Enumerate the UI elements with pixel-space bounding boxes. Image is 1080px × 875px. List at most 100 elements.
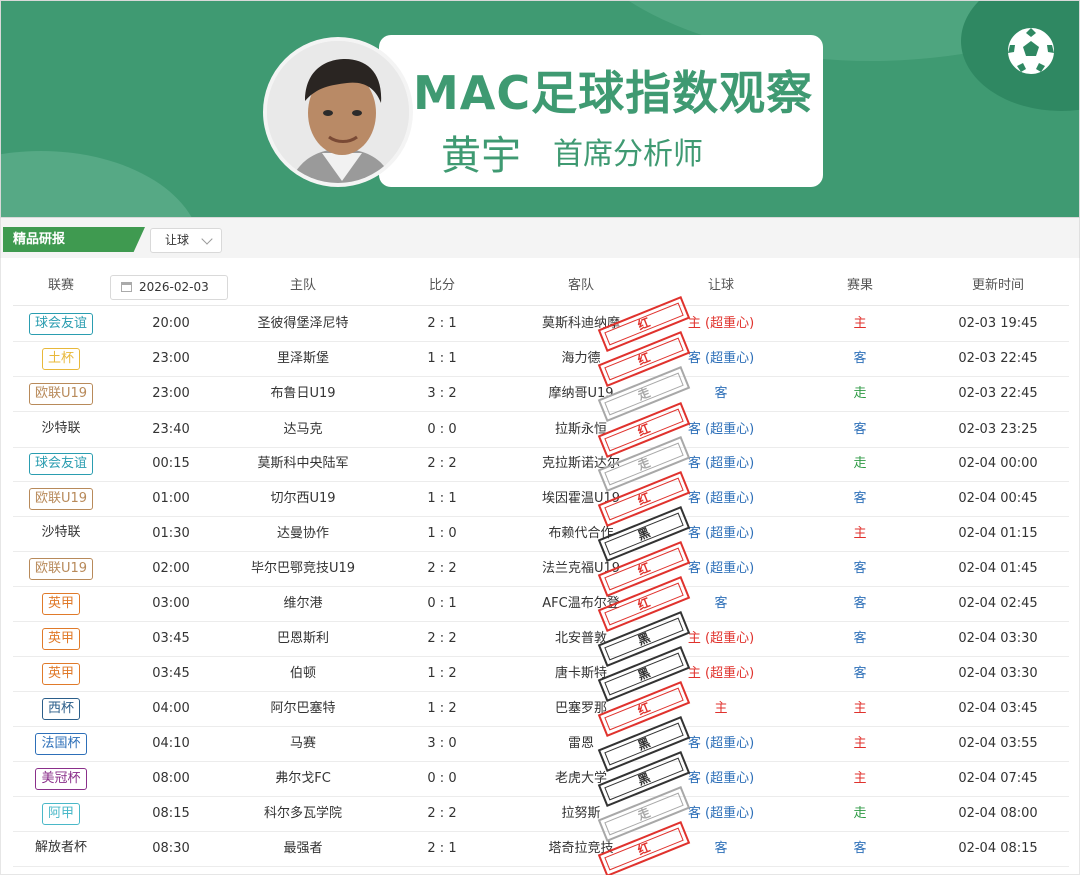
match-score: 1 : 1 xyxy=(427,491,457,506)
league-badge[interactable]: 欧联U19 xyxy=(28,557,94,580)
league-badge[interactable]: 英甲 xyxy=(41,627,80,650)
banner-decoration xyxy=(1,151,201,217)
table-row[interactable]: 球会友谊 20:00 圣彼得堡泽尼特 2 : 1 莫斯科迪纳摩主 (超重心) 主 02-03… xyxy=(13,296,1069,352)
match-result: 客 xyxy=(853,841,867,856)
home-team[interactable]: 里泽斯堡 xyxy=(223,342,383,376)
update-time: 02-03 22:45 xyxy=(958,351,1038,366)
home-team[interactable]: 毕尔巴鄂竞技U19 xyxy=(223,552,383,586)
league-badge[interactable]: 英甲 xyxy=(41,592,80,615)
league-badge[interactable]: 欧联U19 xyxy=(28,382,94,405)
table-row[interactable]: 解放者杯 08:30 最强者 2 : 1 塔奇拉竞技客客 02-04 08:15 红 xyxy=(13,821,1069,875)
update-time: 02-04 03:55 xyxy=(958,736,1038,751)
match-score: 3 : 0 xyxy=(427,736,457,751)
league-badge[interactable]: 法国杯 xyxy=(35,732,87,755)
table-row[interactable]: 沙特联 01:30 达曼协作 1 : 0 布赖代合作客 (超重心) 主 02-04 01:1… xyxy=(13,506,1069,562)
home-team[interactable]: 布鲁日U19 xyxy=(223,377,383,411)
verdict-stamp-label: 黑 xyxy=(635,630,653,648)
league-badge[interactable]: 土杯 xyxy=(41,347,80,370)
verdict-stamp-label: 黑 xyxy=(635,735,653,753)
table-row[interactable]: 英甲 03:45 伯顿 1 : 2 唐卡斯特主 (超重心) 客 02-04 03:30 黑 xyxy=(13,646,1069,702)
kickoff-time: 00:15 xyxy=(152,456,190,471)
verdict-stamp-label: 红 xyxy=(635,490,653,508)
match-score: 0 : 0 xyxy=(427,422,457,437)
match-result: 客 xyxy=(853,631,867,646)
league-badge[interactable]: 英甲 xyxy=(41,662,80,685)
verdict-stamp-label: 红 xyxy=(635,840,653,858)
home-team[interactable]: 最强者 xyxy=(223,832,383,866)
league-badge[interactable]: 美冠杯 xyxy=(35,767,87,790)
kickoff-time: 02:00 xyxy=(152,561,190,576)
league-cell: 英甲 xyxy=(13,587,109,621)
match-score: 1 : 2 xyxy=(427,701,457,716)
league-cell: 美冠杯 xyxy=(13,762,109,796)
kickoff-time: 04:10 xyxy=(152,736,190,751)
table-row[interactable]: 英甲 03:00 维尔港 0 : 1 AFC温布尔登客客 02-04 02:45 红 xyxy=(13,576,1069,632)
league-badge[interactable]: 沙特联 xyxy=(36,419,85,441)
league-badge[interactable]: 欧联U19 xyxy=(28,487,94,510)
calendar-icon xyxy=(121,282,132,292)
kickoff-time: 20:00 xyxy=(152,316,190,331)
home-team[interactable]: 巴恩斯利 xyxy=(223,622,383,656)
league-badge[interactable]: 球会友谊 xyxy=(28,452,93,475)
kickoff-time: 01:30 xyxy=(152,526,190,541)
league-badge[interactable]: 解放者杯 xyxy=(30,838,92,860)
match-result: 走 xyxy=(853,806,867,821)
kickoff-time: 04:00 xyxy=(152,701,190,716)
kickoff-time: 08:15 xyxy=(152,806,190,821)
league-badge[interactable]: 西杯 xyxy=(41,697,80,720)
table-row[interactable]: 法国杯 04:10 马赛 3 : 0 雷恩客 (超重心) 主 02-04 03:55 黑 xyxy=(13,716,1069,772)
league-cell: 西杯 xyxy=(13,692,109,726)
kickoff-time: 01:00 xyxy=(152,491,190,506)
home-team[interactable]: 马赛 xyxy=(223,727,383,761)
home-team[interactable]: 科尔多瓦学院 xyxy=(223,797,383,831)
match-score: 0 : 0 xyxy=(427,771,457,786)
league-cell: 沙特联 xyxy=(13,413,109,447)
table-row[interactable]: 欧联U19 02:00 毕尔巴鄂竞技U19 2 : 2 法兰克福U19 客 (超重心) 客 0… xyxy=(13,541,1069,597)
section-tab-premium[interactable]: 精品研报 xyxy=(3,227,145,252)
table-row[interactable]: 西杯 04:00 阿尔巴塞特 1 : 2 巴塞罗那主主 02-04 03:45 红 xyxy=(13,681,1069,737)
league-badge[interactable]: 阿甲 xyxy=(41,802,80,825)
home-team[interactable]: 莫斯科中央陆军 xyxy=(223,447,383,481)
header-league: 联赛 xyxy=(47,278,74,293)
home-team[interactable]: 达曼协作 xyxy=(223,517,383,551)
update-time: 02-04 02:45 xyxy=(958,596,1038,611)
table-row[interactable]: 欧联U19 01:00 切尔西U19 1 : 1 埃因霍温U19 客 (超重心) 客 02-0… xyxy=(13,471,1069,527)
header-banner: MAC足球指数观察 黄宇 首席分析师 xyxy=(0,0,1080,218)
match-result: 客 xyxy=(853,491,867,506)
table-row[interactable]: 美冠杯 08:00 弗尔戈FC 0 : 0 老虎大学客 (超重心) 主 02-04 07:4… xyxy=(13,751,1069,807)
table-row[interactable]: 球会友谊 00:15 莫斯科中央陆军 2 : 2 克拉斯诺达尔客 (超重心) 走 02-04… xyxy=(13,436,1069,492)
chevron-down-icon xyxy=(201,233,213,245)
home-team[interactable]: 弗尔戈FC xyxy=(223,762,383,796)
league-cell: 土杯 xyxy=(13,342,109,376)
home-team[interactable]: 伯顿 xyxy=(223,657,383,691)
date-picker[interactable]: 2026-02-03 xyxy=(110,275,228,300)
league-badge[interactable]: 沙特联 xyxy=(36,523,85,545)
home-team[interactable]: 达马克 xyxy=(223,413,383,447)
verdict-stamp-label: 黑 xyxy=(635,525,653,543)
table-row[interactable]: 英甲 03:45 巴恩斯利 2 : 2 北安普敦主 (超重心) 客 02-04 03:30 黑 xyxy=(13,611,1069,667)
table-row[interactable]: 土杯 23:00 里泽斯堡 1 : 1 海力德客 (超重心) 客 02-03 22:45 红 xyxy=(13,331,1069,387)
match-result: 走 xyxy=(853,456,867,471)
match-result: 主 xyxy=(853,771,867,786)
verdict-stamp-label: 黑 xyxy=(635,770,653,788)
update-time: 02-04 08:00 xyxy=(958,806,1038,821)
home-team[interactable]: 切尔西U19 xyxy=(223,482,383,516)
kickoff-time: 08:00 xyxy=(152,771,190,786)
update-time: 02-04 01:45 xyxy=(958,561,1038,576)
league-cell: 球会友谊 xyxy=(13,307,109,341)
table-row[interactable]: 欧联U19 23:00 布鲁日U19 3 : 2 摩纳哥U19 客走 02-03 22:45… xyxy=(13,366,1069,422)
table-row[interactable]: 沙特联 23:40 达马克 0 : 0 拉斯永恒客 (超重心) 客 02-03 23:25 红 xyxy=(13,402,1069,458)
match-score: 2 : 2 xyxy=(427,631,457,646)
league-cell: 欧联U19 xyxy=(13,377,109,411)
verdict-stamp-label: 走 xyxy=(635,385,653,403)
league-cell: 球会友谊 xyxy=(13,447,109,481)
league-badge[interactable]: 球会友谊 xyxy=(28,312,93,335)
match-table: 联赛 主队 比分 客队 让球 赛果 更新时间 球会友谊 20:00 圣彼得堡泽尼特 2… xyxy=(0,258,1080,875)
kickoff-time: 23:00 xyxy=(152,351,190,366)
type-filter-select[interactable]: 让球 xyxy=(150,228,222,253)
home-team[interactable]: 圣彼得堡泽尼特 xyxy=(223,307,383,341)
verdict-stamp-label: 红 xyxy=(635,350,653,368)
home-team[interactable]: 阿尔巴塞特 xyxy=(223,692,383,726)
home-team[interactable]: 维尔港 xyxy=(223,587,383,621)
table-row[interactable]: 阿甲 08:15 科尔多瓦学院 2 : 2 拉努斯客 (超重心) 走 02-04 08:00… xyxy=(13,786,1069,842)
